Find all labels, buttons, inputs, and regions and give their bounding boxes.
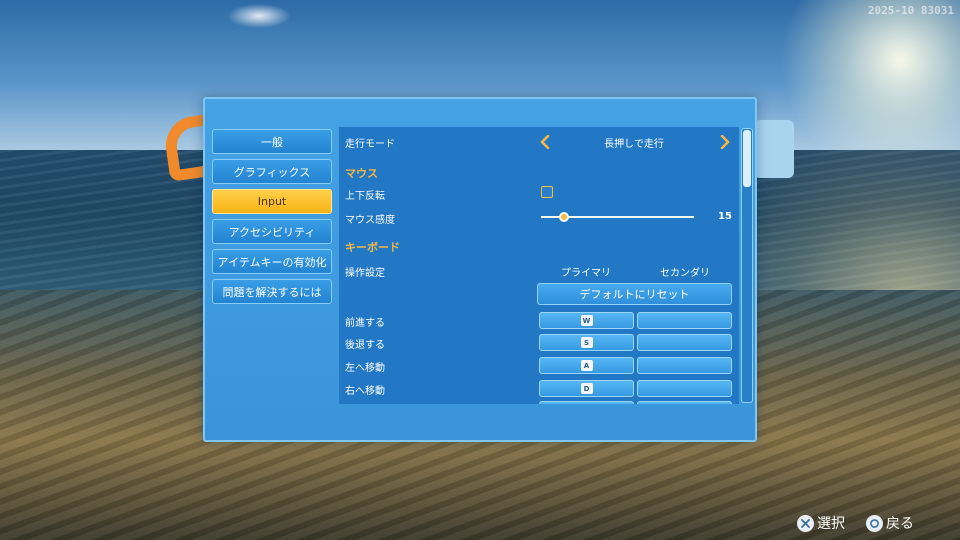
back-hint: 戻る <box>866 513 914 533</box>
nav-item-graphics[interactable]: グラフィックス <box>212 159 332 184</box>
binding-label: 前進する <box>345 318 385 329</box>
invert-y-label: 上下反転 <box>345 191 385 202</box>
select-hint: 選択 <box>797 513 845 533</box>
secondary-column-header: セカンダリ <box>660 268 710 279</box>
binding-row: 右へ移動 D <box>339 379 739 399</box>
binding-label: 後退する <box>345 340 385 351</box>
game-logo-fragment-right <box>754 120 794 178</box>
mouse-sensitivity-label: マウス感度 <box>345 215 395 226</box>
primary-column-header: プライマリ <box>561 268 611 279</box>
mouse-sensitivity-value: 15 <box>718 211 732 222</box>
circle-button-icon <box>866 514 883 532</box>
secondary-binding-button[interactable] <box>637 357 732 374</box>
nav-item-input[interactable]: Input <box>212 189 332 214</box>
build-watermark: 2025-10 83031 <box>867 4 954 17</box>
settings-panel: 一般 グラフィックス Input アクセシビリティ アイテムキーの有効化 問題を… <box>203 97 757 442</box>
chevron-left-icon[interactable] <box>539 134 551 150</box>
run-mode-label: 走行モード <box>345 139 395 150</box>
binding-label: 右へ移動 <box>345 386 385 397</box>
mouse-sensitivity-row: マウス感度 15 <box>339 208 739 228</box>
key-s: S <box>580 337 593 348</box>
reset-to-default-button[interactable]: デフォルトにリセット <box>537 283 732 305</box>
binding-row: 後退する S <box>339 333 739 353</box>
primary-binding-button[interactable]: W <box>539 312 634 329</box>
binding-row: 左へ移動 A <box>339 356 739 376</box>
settings-nav: 一般 グラフィックス Input アクセシビリティ アイテムキーの有効化 問題を… <box>212 129 332 309</box>
scrollbar-thumb[interactable] <box>743 130 751 187</box>
invert-y-row: 上下反転 <box>339 184 739 204</box>
nav-item-general[interactable]: 一般 <box>212 129 332 154</box>
key-a: A <box>580 360 593 371</box>
binding-row: 前進する W <box>339 311 739 331</box>
nav-item-enable-item-keys[interactable]: アイテムキーの有効化 <box>212 249 332 274</box>
mouse-section-heading: マウス <box>345 167 378 180</box>
slider-handle[interactable] <box>558 212 569 222</box>
key-w: W <box>580 315 593 326</box>
primary-binding-button[interactable]: S <box>539 334 634 351</box>
settings-content: 走行モード 長押しで走行 マウス 上下反転 マウス感度 15 キーボード 操作設… <box>339 127 739 404</box>
settings-scrollbar[interactable] <box>741 128 753 403</box>
nav-item-troubleshooting[interactable]: 問題を解決するには <box>212 279 332 304</box>
secondary-binding-button[interactable] <box>637 312 732 329</box>
binding-row-partial <box>339 401 739 404</box>
binding-label: 左へ移動 <box>345 363 385 374</box>
back-hint-label: 戻る <box>886 516 914 532</box>
chevron-right-icon[interactable] <box>719 134 731 150</box>
primary-binding-button[interactable]: D <box>539 380 634 397</box>
cloud <box>228 4 290 28</box>
controls-header-row: 操作設定 プライマリ セカンダリ <box>339 261 739 281</box>
run-mode-row: 走行モード 長押しで走行 <box>339 127 739 155</box>
cross-button-icon <box>797 514 814 532</box>
key-d: D <box>580 383 593 394</box>
keyboard-section-heading: キーボード <box>345 241 400 254</box>
invert-y-checkbox[interactable] <box>541 186 553 198</box>
secondary-binding-button[interactable] <box>637 380 732 397</box>
primary-binding-button[interactable]: A <box>539 357 634 374</box>
secondary-binding-button[interactable] <box>637 401 732 404</box>
nav-item-accessibility[interactable]: アクセシビリティ <box>212 219 332 244</box>
controls-label: 操作設定 <box>345 268 385 279</box>
secondary-binding-button[interactable] <box>637 334 732 351</box>
select-hint-label: 選択 <box>817 516 845 532</box>
primary-binding-button[interactable] <box>539 401 634 404</box>
run-mode-value: 長押しで走行 <box>604 139 664 150</box>
